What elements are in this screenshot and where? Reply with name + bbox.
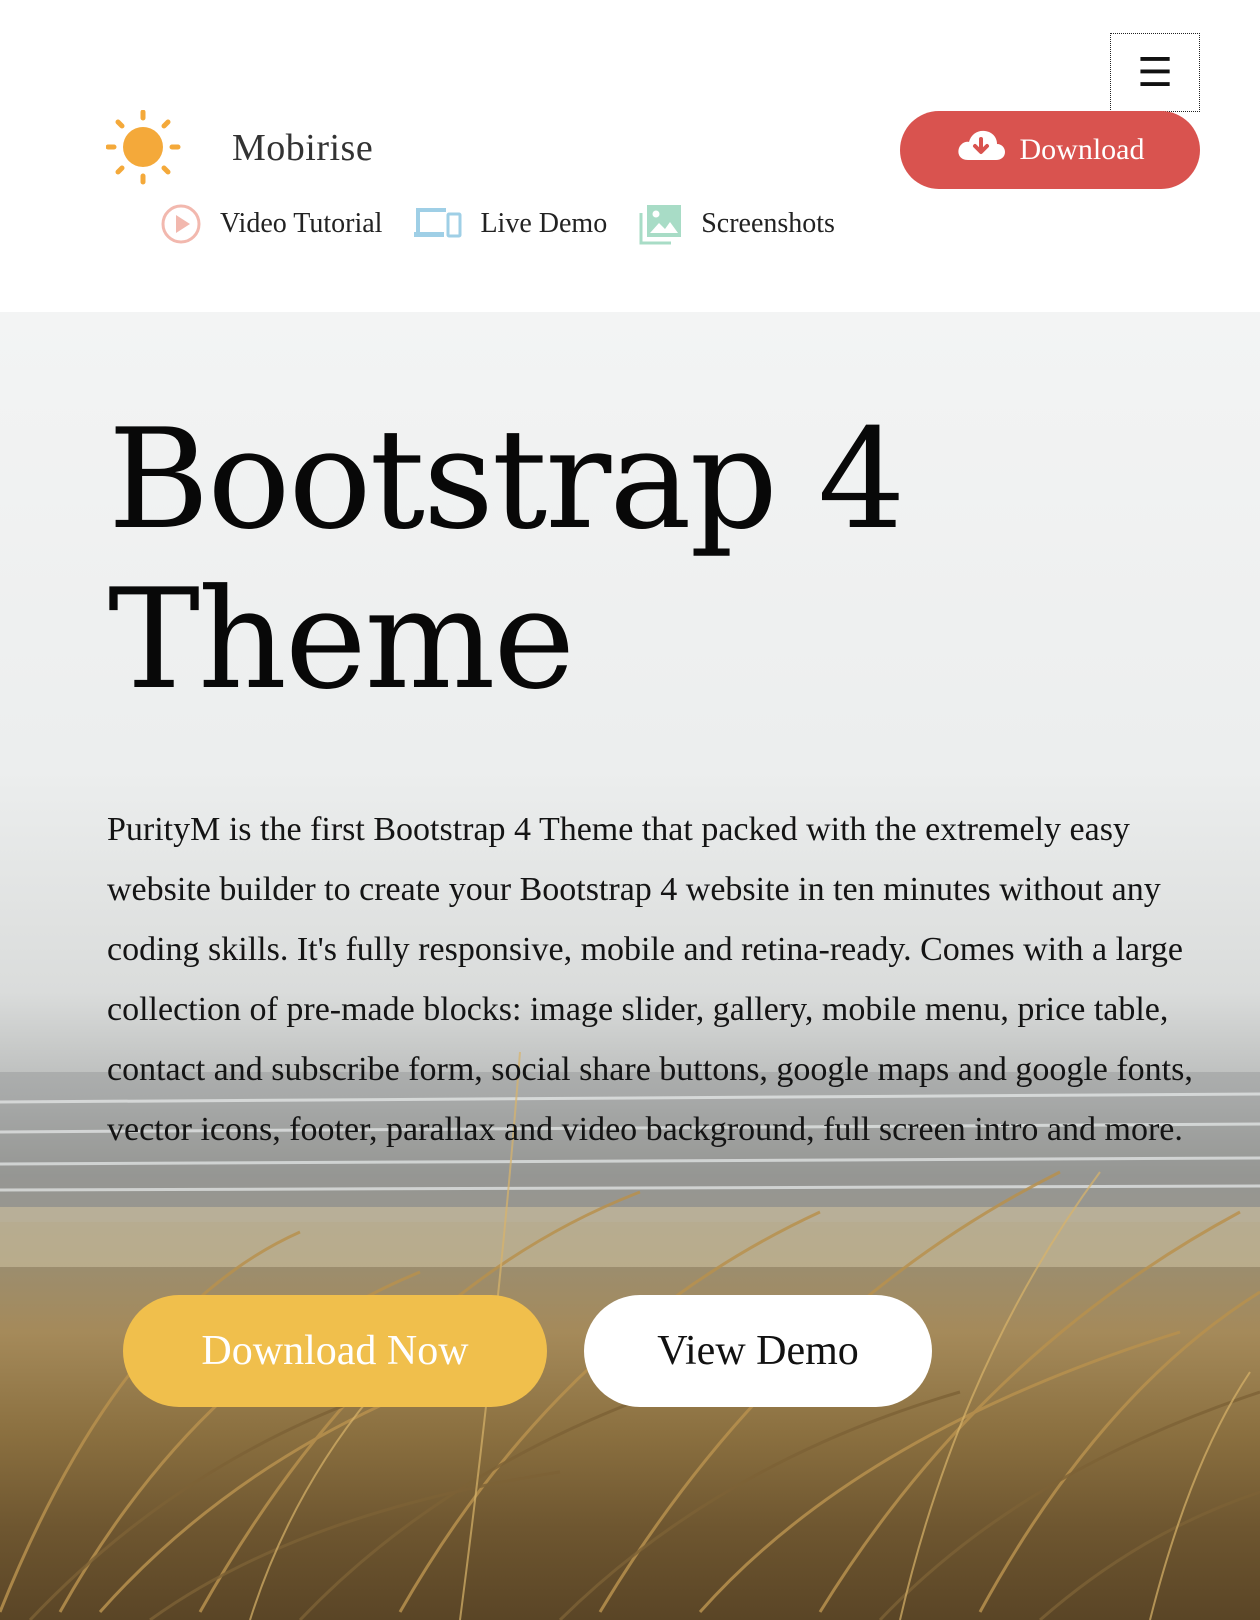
hero-title-line-1: Bootstrap 4	[108, 399, 906, 560]
nav-item-live-demo[interactable]: Live Demo	[414, 204, 607, 244]
nav-item-label: Screenshots	[701, 208, 835, 239]
nav-item-video-tutorial[interactable]: Video Tutorial	[160, 203, 382, 245]
download-button-label: Download	[1019, 133, 1145, 166]
nav-item-screenshots[interactable]: Screenshots	[639, 203, 835, 245]
hero-title-line-2: Theme	[108, 559, 575, 720]
cloud-download-icon	[957, 130, 1005, 160]
sun-icon	[106, 110, 181, 185]
brand[interactable]: Mobirise	[106, 110, 373, 185]
top-nav: Video Tutorial Live Demo Screenshots	[160, 196, 867, 252]
download-button[interactable]: Download	[900, 111, 1200, 189]
download-now-button[interactable]: Download Now	[123, 1295, 547, 1407]
hamburger-icon: ☰	[1137, 49, 1173, 96]
brand-name[interactable]: Mobirise	[232, 126, 373, 170]
image-gallery-icon	[639, 205, 682, 245]
hero-description: PurityM is the first Bootstrap 4 Theme t…	[107, 811, 1193, 1148]
hero-section: Bootstrap 4 Theme PurityM is the first B…	[0, 312, 1260, 1620]
nav-item-label: Live Demo	[480, 208, 608, 239]
nav-item-label: Video Tutorial	[220, 208, 383, 239]
play-circle-icon	[161, 204, 201, 244]
site-header: ☰ Mobirise Download Video Tutorial Live …	[0, 0, 1260, 312]
view-demo-button[interactable]: View Demo	[584, 1295, 932, 1407]
devices-icon	[414, 208, 462, 238]
menu-toggle-button[interactable]: ☰	[1110, 33, 1200, 112]
hero-title: Bootstrap 4 Theme	[108, 400, 1008, 720]
